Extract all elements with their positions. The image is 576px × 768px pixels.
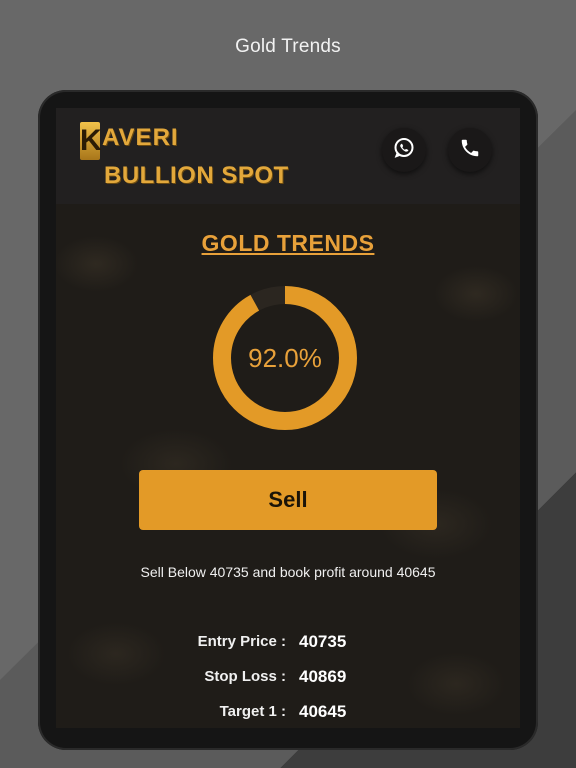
page-caption: Gold Trends <box>235 36 341 57</box>
call-button[interactable] <box>448 128 492 172</box>
detail-value: 40645 <box>299 702 347 721</box>
detail-label: Target 1 : <box>219 703 286 720</box>
logo-line-2: BULLION SPOT <box>104 162 289 189</box>
detail-label: Entry Price : <box>197 633 286 650</box>
phone-icon <box>459 137 481 164</box>
app-header: K AVERI BULLION SPOT <box>56 108 520 204</box>
trade-note: Sell Below 40735 and book profit around … <box>140 564 436 580</box>
page-title: GOLD TRENDS <box>201 230 375 256</box>
progress-label: 92.0% <box>248 342 322 373</box>
app-screen: K AVERI BULLION SPOT GOLD TRENDS 92.0% S… <box>56 108 520 728</box>
sell-button[interactable]: Sell <box>139 470 437 530</box>
whatsapp-icon <box>392 136 416 165</box>
progress-ring: 92.0% <box>210 283 360 433</box>
detail-row-entry-price: Entry Price : 40735 <box>56 632 520 657</box>
detail-value: 40869 <box>299 667 347 686</box>
brand-logo: K AVERI BULLION SPOT <box>80 122 300 192</box>
logo-line-1: AVERI <box>102 124 179 151</box>
detail-value: 40735 <box>299 632 347 651</box>
logo-letter: K <box>80 122 102 160</box>
detail-row-target-1: Target 1 : 40645 <box>56 702 520 727</box>
detail-label: Stop Loss : <box>204 668 286 685</box>
detail-row-stop-loss: Stop Loss : 40869 <box>56 667 520 692</box>
whatsapp-button[interactable] <box>382 128 426 172</box>
